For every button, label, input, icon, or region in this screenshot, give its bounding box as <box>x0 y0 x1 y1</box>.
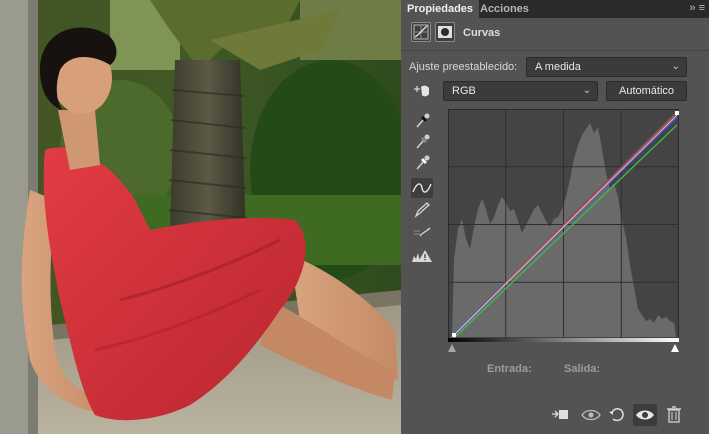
smooth-curve-icon[interactable] <box>411 222 433 242</box>
white-slider-handle[interactable] <box>671 344 679 352</box>
curve-points-icon[interactable] <box>411 178 433 198</box>
channel-value: RGB <box>452 85 476 97</box>
white-point-handle[interactable] <box>675 111 679 115</box>
layer-mask-icon[interactable] <box>435 22 455 42</box>
output-label: Salida: <box>564 363 601 375</box>
document-canvas[interactable] <box>0 0 401 434</box>
adjustment-title: Curvas <box>463 27 501 39</box>
clipping-warning-icon[interactable] <box>411 246 433 266</box>
panel-tabbar: Propiedades Acciones » ≡ <box>401 0 709 18</box>
visibility-eye-icon[interactable] <box>633 404 657 426</box>
preset-value: A medida <box>535 61 581 73</box>
photo-image <box>0 0 401 434</box>
preset-select[interactable]: A medida ⌄ <box>526 57 687 77</box>
tab-actions[interactable]: Acciones <box>474 0 535 18</box>
chevron-down-icon: ⌄ <box>671 61 680 72</box>
black-point-handle[interactable] <box>452 333 456 337</box>
sample-black-eyedropper-icon[interactable] <box>411 111 433 131</box>
input-label: Entrada: <box>487 363 532 375</box>
auto-button[interactable]: Automático <box>606 81 687 101</box>
reset-icon[interactable] <box>605 404 629 426</box>
trash-icon[interactable] <box>662 404 686 426</box>
preset-label: Ajuste preestablecido: <box>409 61 518 73</box>
view-previous-state-icon[interactable] <box>579 404 603 426</box>
curves-adjustment-icon[interactable] <box>411 22 431 42</box>
sample-white-eyedropper-icon[interactable] <box>411 153 433 173</box>
curves-graph[interactable] <box>448 109 679 340</box>
properties-panel: Propiedades Acciones » ≡ Curvas Ajuste p… <box>401 0 709 434</box>
chevron-down-icon: ⌄ <box>582 85 591 96</box>
sample-gray-eyedropper-icon[interactable] <box>411 132 433 152</box>
clip-to-layer-icon[interactable] <box>549 404 573 426</box>
target-adjust-icon[interactable] <box>411 81 433 101</box>
tab-properties[interactable]: Propiedades <box>401 0 480 18</box>
black-slider-handle[interactable] <box>448 344 456 352</box>
header-divider <box>401 50 709 51</box>
channel-select[interactable]: RGB ⌄ <box>443 81 598 101</box>
pencil-draw-icon[interactable] <box>411 200 433 220</box>
input-gradient-bar[interactable] <box>448 338 679 354</box>
panel-menu-icon[interactable]: » ≡ <box>689 2 705 14</box>
